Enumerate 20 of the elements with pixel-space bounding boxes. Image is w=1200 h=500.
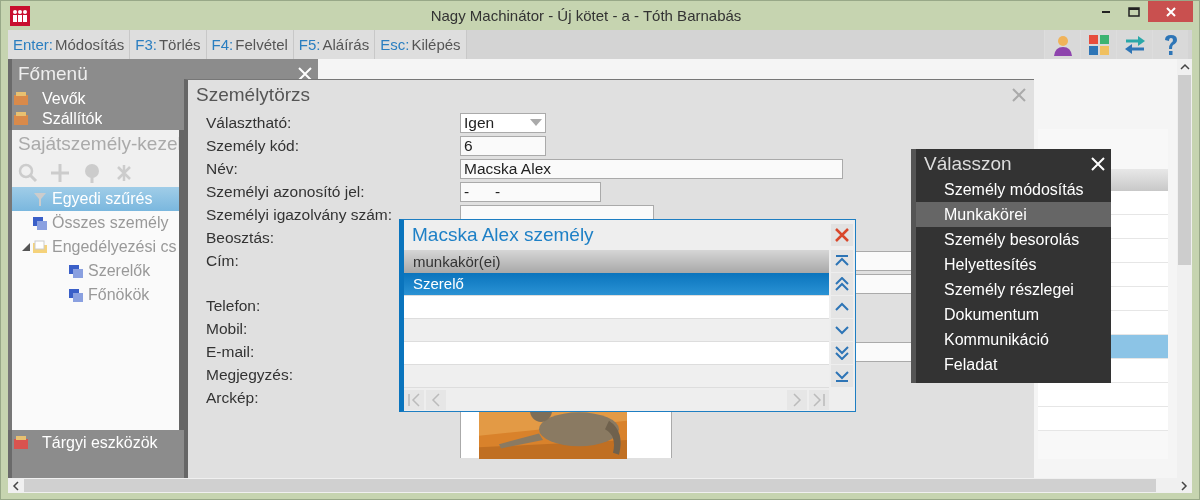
menu-item-label: Vevők [42, 90, 86, 108]
field-label: Beosztás: [206, 228, 275, 248]
field-label: Arckép: [206, 388, 259, 408]
menu-item-label: Szállítók [42, 110, 103, 128]
field-label: Cím: [206, 251, 239, 271]
menu-title: Válasszon [924, 153, 1012, 175]
field-label: Személy kód: [206, 136, 300, 156]
field-label: E-mail: [206, 342, 255, 362]
panel-title: Főmenü [18, 63, 88, 85]
field-label: Megjegyzés: [206, 365, 293, 385]
field-label: Név: [206, 159, 238, 179]
field-label: Választható: [206, 113, 292, 133]
field-label: Személyi azonosító jel: [206, 182, 365, 202]
menu-item-label: Tárgyi eszközök [42, 434, 158, 452]
dialog-title: Macska Alex személy [412, 224, 594, 246]
field-label: Telefon: [206, 296, 261, 316]
window-title: Nagy Machinátor - Új kötet - a - Tóth Barnabás [429, 7, 743, 24]
field-label: Mobil: [206, 319, 248, 339]
window-title: Személytörzs [196, 84, 311, 106]
field-label: Személyi igazolvány szám: [206, 205, 393, 225]
